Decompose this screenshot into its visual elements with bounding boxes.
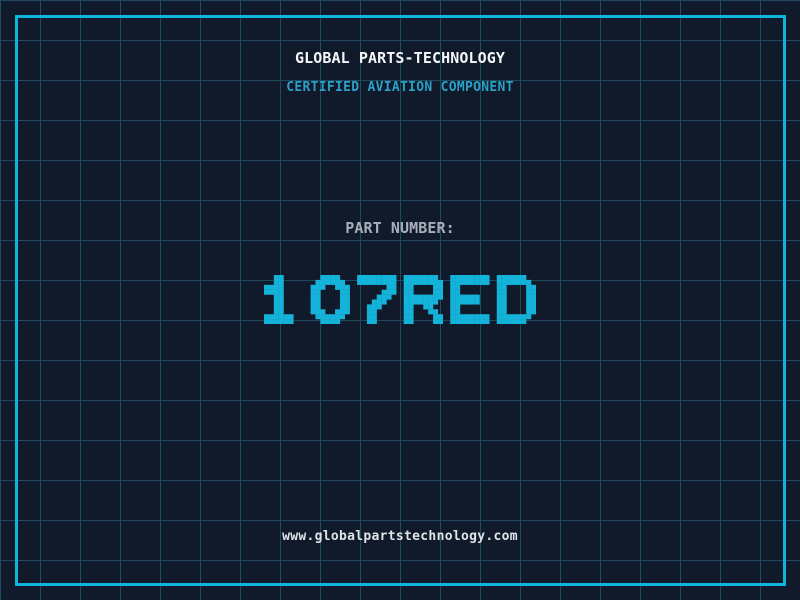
website-url: www.globalpartstechnology.com	[0, 530, 800, 544]
certificate-screen: GLOBAL PARTS-TECHNOLOGY CERTIFIED AVIATI…	[0, 0, 800, 600]
part-number-pixel-text	[264, 275, 536, 324]
company-name: GLOBAL PARTS-TECHNOLOGY	[0, 50, 800, 67]
part-number-display	[0, 275, 800, 325]
part-number-label: PART NUMBER:	[0, 220, 800, 237]
certification-subtitle: CERTIFIED AVIATION COMPONENT	[0, 81, 800, 95]
